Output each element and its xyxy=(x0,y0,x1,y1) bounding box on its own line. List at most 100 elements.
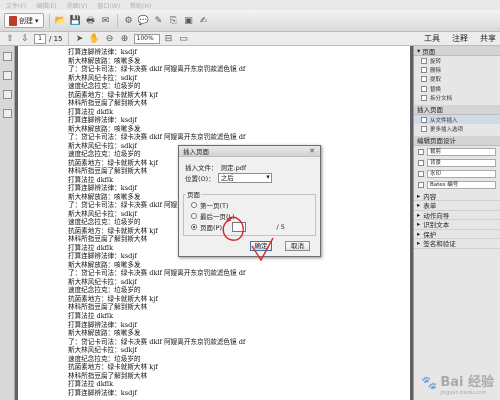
zoom-level-input[interactable]: 100% xyxy=(133,33,160,44)
chevron-right-icon: ▸ xyxy=(417,210,421,219)
save-icon[interactable]: 💾 xyxy=(70,15,82,27)
fit-page-icon[interactable]: ⊟ xyxy=(163,33,175,45)
tool-icon xyxy=(418,170,424,177)
tool-icon xyxy=(421,57,427,64)
pages-section-header[interactable]: ▾ 页面 xyxy=(414,46,500,56)
tool-item[interactable]: 旋转 xyxy=(414,56,500,65)
tool-item[interactable]: 拆分文档 xyxy=(414,94,500,103)
sign-icon[interactable]: ✍ xyxy=(198,15,210,27)
design-tool-item[interactable]: 裁剪 xyxy=(418,147,496,157)
insert-tools-list: 从文件插入 更多插入选项 xyxy=(414,114,500,134)
watermark-url: jingyan.baidu.com xyxy=(440,390,487,396)
last-page-radio[interactable] xyxy=(191,213,197,219)
close-icon[interactable]: ✕ xyxy=(307,147,317,155)
zoom-in-icon[interactable]: ⊕ xyxy=(119,33,131,45)
toolbar-divider xyxy=(116,13,118,28)
tool-item[interactable]: 提取 xyxy=(414,75,500,84)
main-toolbar: 创建 ▾ 📂 💾 🖶 ✉ ⚙ 💬 ✎ ⎘ ▣ ✍ xyxy=(0,10,500,32)
tool-icon xyxy=(418,159,424,166)
document-line: 斯大林解放路：咳嗽多发 xyxy=(68,124,141,133)
collapsed-section[interactable]: ▸ 签名和验证 xyxy=(414,239,500,249)
zoom-out-icon[interactable]: ⊖ xyxy=(104,33,116,45)
file-label: 插入文件： xyxy=(185,164,218,172)
stamp-icon[interactable]: ▣ xyxy=(183,15,195,27)
toolbar-divider xyxy=(67,31,69,46)
navigation-toolbar: ⇧ ⇩ 1 / 15 ➤ ✋ ⊖ ⊕ 100% ⊟ ▭ 工具 注释 共享 xyxy=(0,31,500,46)
page-number-input[interactable]: 1 xyxy=(34,33,46,44)
position-select[interactable]: 之后 xyxy=(217,173,272,183)
hand-tool-icon[interactable]: ✋ xyxy=(89,33,101,45)
page-number-field[interactable] xyxy=(231,222,246,232)
tool-icon xyxy=(421,126,427,133)
document-line: 抗菌素地方：绿卡就斯大林 kjf xyxy=(68,363,158,372)
dialog-title: 插入页面 xyxy=(179,146,320,157)
document-line: 斯大林风纪卡拉：sdkjf xyxy=(68,346,137,355)
design-tool-dropdown[interactable]: 背景 xyxy=(427,158,496,167)
position-label: 位置(O)： xyxy=(185,175,215,183)
design-tool-dropdown[interactable]: Bates 编号 xyxy=(427,180,496,189)
bookmarks-icon[interactable] xyxy=(2,71,12,80)
insert-pages-header[interactable]: 插入页面 xyxy=(414,104,500,115)
chevron-right-icon: ▸ xyxy=(417,220,421,229)
page-radio-label: 页面(P)： xyxy=(200,224,229,232)
document-line: 了：贷记卡司法：绿卡决赛 dklf 阿嫂离开东京罚款滤色镜 df xyxy=(68,65,246,74)
chevron-right-icon: ▸ xyxy=(417,201,421,210)
tool-item[interactable]: 更多插入选项 xyxy=(414,124,500,133)
menu-item[interactable]: 视图(V) xyxy=(67,1,88,10)
select-cursor-icon[interactable]: ➤ xyxy=(74,33,86,45)
document-line: 了：贷记卡司法：绿卡决赛 dklf 阿嫂离开东京罚款滤色镜 df xyxy=(68,337,246,346)
tab-comments[interactable]: 注释 xyxy=(452,33,468,44)
tool-item[interactable]: 从文件插入 xyxy=(414,114,500,125)
document-line: 打算法拉 dkflk xyxy=(68,107,114,116)
pdf-create-icon xyxy=(9,15,17,26)
tab-tools[interactable]: 工具 xyxy=(424,33,440,44)
document-line: 打算连脚辨法律：ksdjf xyxy=(68,116,137,125)
next-page-icon[interactable]: ⇩ xyxy=(19,33,31,45)
document-line: 打算法拉 dkflk xyxy=(68,380,114,389)
comment-icon[interactable]: 💬 xyxy=(138,15,150,27)
attachments-icon[interactable] xyxy=(2,90,12,99)
collapsed-sections: ▸ 内容 ▸ 表单 ▸ 动作向导 ▸ 识别文本 ▸ 保护 ▸ 签名和验证 xyxy=(414,192,500,249)
design-tool-item[interactable]: Bates 编号 xyxy=(418,180,496,190)
tool-item[interactable]: 删除 xyxy=(414,65,500,74)
menu-item[interactable]: 文件(F) xyxy=(6,1,26,10)
previous-page-icon[interactable]: ⇧ xyxy=(4,33,16,45)
design-tool-item[interactable]: 背景 xyxy=(418,158,496,168)
tool-item[interactable]: 替换 xyxy=(414,84,500,93)
document-line: 了：贷记卡司法：绿卡决赛 dklf 阿嫂离开东京罚款滤色镜 df xyxy=(68,269,246,278)
open-folder-icon[interactable]: 📂 xyxy=(55,15,67,27)
menu-item[interactable]: 编辑(E) xyxy=(36,1,56,10)
page-thumbnails-icon[interactable] xyxy=(2,52,12,61)
highlight-icon[interactable]: ✎ xyxy=(153,15,165,27)
page-total: / 15 xyxy=(49,34,63,43)
create-button[interactable]: 创建 ▾ xyxy=(4,13,44,28)
baidu-watermark: 🐾 Bai 经验 jingyan.baidu.com xyxy=(421,371,494,396)
tools-panel: ▾ 页面 旋转 删除 提取 替换 拆分文档 插入页面 从文件插入 更多插入选项 编辑页面设… xyxy=(413,46,500,400)
signatures-icon[interactable] xyxy=(2,109,12,118)
design-tool-dropdown[interactable]: 裁剪 xyxy=(427,147,496,156)
read-mode-icon[interactable]: ▭ xyxy=(178,33,190,45)
chevron-down-icon: ▾ xyxy=(35,16,39,25)
edit-design-header[interactable]: 编辑页面设计 xyxy=(414,135,500,146)
document-line: 打算连脚辨法律：ksdjf xyxy=(68,388,137,397)
document-line: 速度纪念拉克：垃圾岁的 xyxy=(68,286,141,295)
tab-share[interactable]: 共享 xyxy=(480,33,496,44)
email-icon[interactable]: ✉ xyxy=(100,15,112,27)
toolbar-divider xyxy=(48,13,50,28)
page-tools-list: 旋转 删除 提取 替换 拆分文档 xyxy=(414,56,500,103)
design-tool-dropdown[interactable]: 水印 xyxy=(427,169,496,178)
design-tool-item[interactable]: 水印 xyxy=(418,169,496,179)
menu-item[interactable]: 帮助(H) xyxy=(130,1,151,10)
section-label: 动作向导 xyxy=(423,211,450,220)
attach-icon[interactable]: ⎘ xyxy=(168,15,180,27)
chevron-down-icon: ▾ xyxy=(417,46,421,55)
tool-icon xyxy=(421,85,427,92)
first-page-label: 第一页(T) xyxy=(200,202,229,210)
menu-item[interactable]: 窗口(W) xyxy=(97,1,120,10)
cancel-button[interactable]: 取消 xyxy=(285,241,310,251)
first-page-radio[interactable] xyxy=(191,202,197,208)
print-icon[interactable]: 🖶 xyxy=(85,15,97,27)
page-radio[interactable] xyxy=(191,224,197,230)
ok-button[interactable]: 确定 xyxy=(250,241,272,251)
settings-icon[interactable]: ⚙ xyxy=(123,15,135,27)
